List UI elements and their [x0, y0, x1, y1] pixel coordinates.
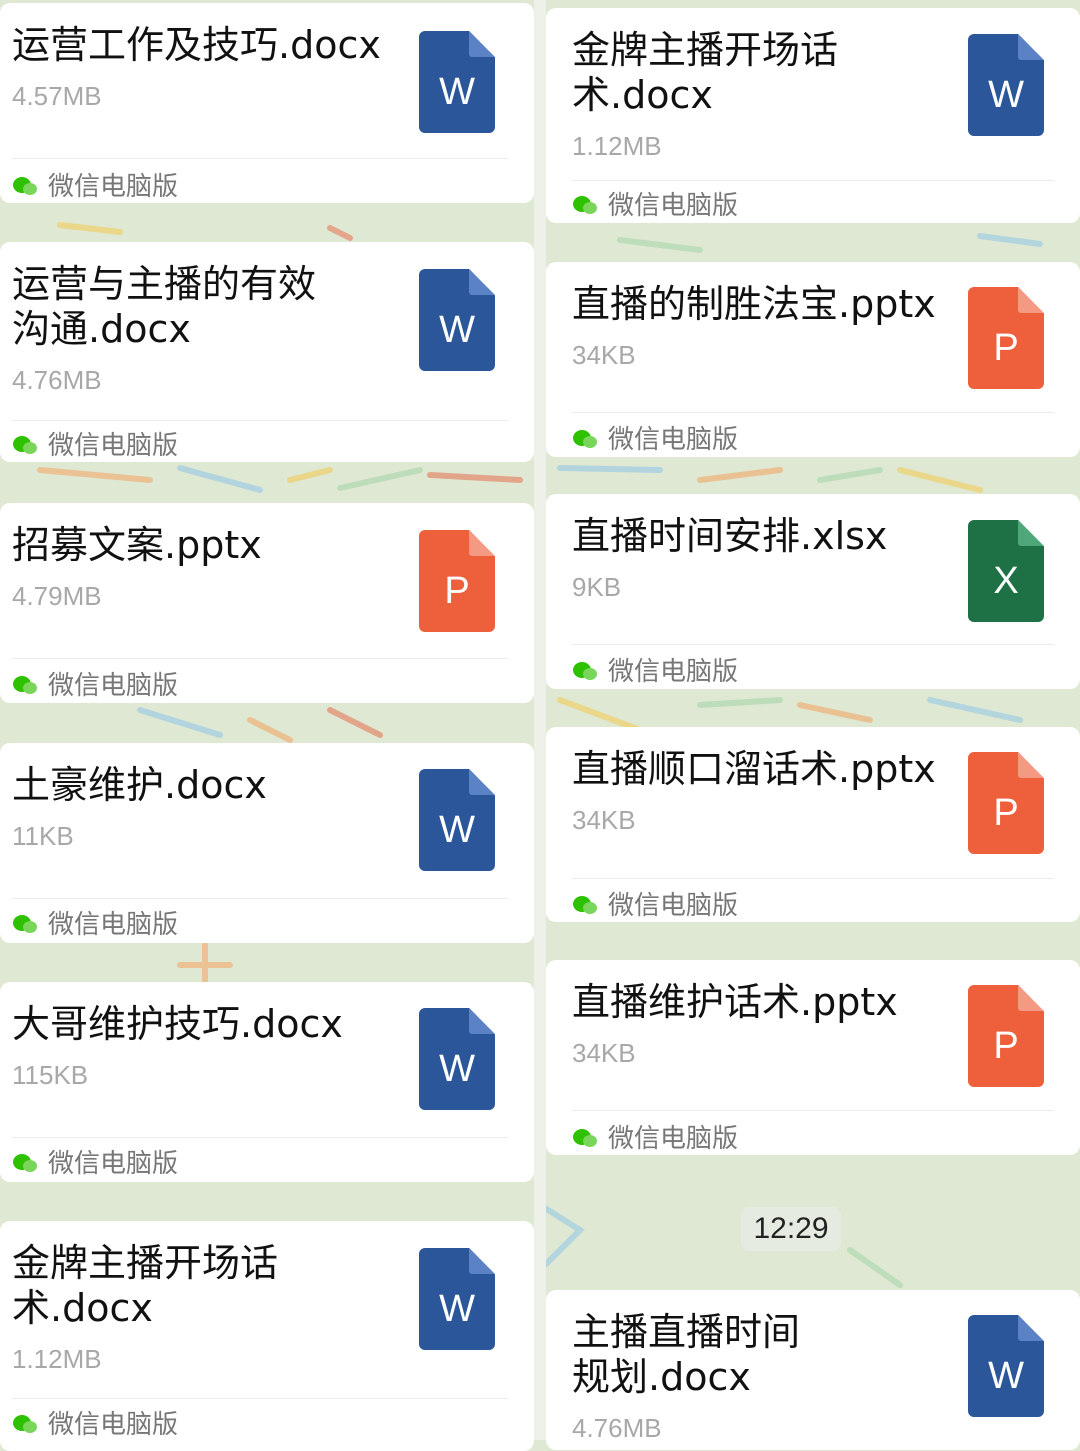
word-file-icon: W	[419, 1008, 495, 1110]
file-card[interactable]: 直播维护话术.pptx 34KB P 微信电脑版	[546, 960, 1080, 1155]
wechat-icon	[12, 1151, 38, 1173]
card-source: 微信电脑版	[12, 665, 178, 702]
wechat-icon	[12, 1412, 38, 1434]
word-file-icon: W	[419, 269, 495, 371]
file-card[interactable]: 土豪维护.docx 11KB W 微信电脑版	[0, 743, 534, 943]
card-source: 微信电脑版	[572, 185, 738, 222]
file-name: 金牌主播开场话术.docx 1.12MB	[572, 28, 852, 169]
source-label: 微信电脑版	[48, 172, 179, 202]
file-size: 34KB	[572, 340, 636, 370]
card-divider	[572, 1110, 1054, 1111]
file-size: 9KB	[572, 572, 622, 602]
source-label: 微信电脑版	[608, 425, 739, 455]
file-card[interactable]: 金牌主播开场话术.docx 1.12MB W 微信电脑版	[546, 8, 1080, 223]
wechat-icon	[12, 673, 38, 695]
wechat-icon	[12, 433, 38, 455]
source-label: 微信电脑版	[608, 1124, 739, 1154]
card-source: 微信电脑版	[572, 885, 738, 922]
message-timestamp: 12:29	[741, 1207, 841, 1251]
card-divider	[12, 1398, 508, 1399]
word-file-icon: W	[419, 1248, 495, 1350]
excel-file-icon: X	[968, 520, 1044, 622]
file-name: 直播的制胜法宝.pptx 34KB	[572, 282, 952, 378]
file-size: 34KB	[572, 805, 636, 835]
file-card[interactable]: 直播顺口溜话术.pptx 34KB P 微信电脑版	[546, 727, 1080, 922]
file-size: 4.76MB	[572, 1413, 662, 1443]
source-label: 微信电脑版	[48, 431, 179, 461]
file-size: 11KB	[12, 821, 74, 851]
source-label: 微信电脑版	[608, 891, 739, 921]
file-card[interactable]: 金牌主播开场话术.docx 1.12MB W 微信电脑版	[0, 1221, 534, 1451]
powerpoint-file-icon: P	[968, 752, 1044, 854]
word-file-icon: W	[968, 34, 1044, 136]
file-name: 金牌主播开场话术.docx 1.12MB	[12, 1241, 312, 1382]
file-name: 运营工作及技巧.docx 4.57MB	[12, 23, 392, 119]
wechat-icon	[12, 912, 38, 934]
file-card[interactable]: 直播时间安排.xlsx 9KB X 微信电脑版	[546, 494, 1080, 689]
source-label: 微信电脑版	[608, 191, 739, 221]
file-name: 大哥维护技巧.docx 115KB	[12, 1002, 392, 1098]
powerpoint-file-icon: P	[968, 287, 1044, 389]
file-card[interactable]: 大哥维护技巧.docx 115KB W 微信电脑版	[0, 982, 534, 1182]
file-name: 招募文案.pptx 4.79MB	[12, 523, 392, 619]
file-size: 4.76MB	[12, 365, 102, 395]
wechat-icon	[572, 1126, 598, 1148]
file-card[interactable]: 运营与主播的有效沟通.docx 4.76MB W 微信电脑版	[0, 242, 534, 462]
source-label: 微信电脑版	[48, 671, 179, 701]
card-divider	[12, 898, 508, 899]
file-card[interactable]: 招募文案.pptx 4.79MB P 微信电脑版	[0, 503, 534, 703]
card-divider	[12, 158, 508, 159]
source-label: 微信电脑版	[608, 657, 739, 687]
word-file-icon: W	[419, 769, 495, 871]
card-source: 微信电脑版	[572, 419, 738, 456]
card-source: 微信电脑版	[572, 651, 738, 688]
word-file-icon: W	[419, 31, 495, 133]
file-name: 主播直播时间规划.docx 4.76MB	[572, 1310, 832, 1451]
wechat-icon	[572, 893, 598, 915]
source-label: 微信电脑版	[48, 1149, 179, 1179]
file-card[interactable]: 运营工作及技巧.docx 4.57MB W 微信电脑版	[0, 3, 534, 203]
card-divider	[12, 420, 508, 421]
file-name: 土豪维护.docx 11KB	[12, 763, 392, 859]
wechat-icon	[572, 659, 598, 681]
card-divider	[12, 658, 508, 659]
file-name: 直播维护话术.pptx 34KB	[572, 980, 952, 1076]
file-size: 34KB	[572, 1038, 636, 1068]
wechat-icon	[12, 174, 38, 196]
card-divider	[572, 644, 1054, 645]
wechat-icon	[572, 193, 598, 215]
column-divider	[534, 0, 546, 1440]
file-card[interactable]: 主播直播时间规划.docx 4.76MB W	[546, 1290, 1080, 1450]
card-divider	[12, 1137, 508, 1138]
word-file-icon: W	[968, 1315, 1044, 1417]
card-divider	[572, 180, 1054, 181]
wechat-icon	[572, 427, 598, 449]
card-divider	[572, 412, 1054, 413]
file-size: 115KB	[12, 1060, 89, 1090]
card-source: 微信电脑版	[12, 1404, 178, 1441]
file-size: 1.12MB	[572, 131, 662, 161]
source-label: 微信电脑版	[48, 1410, 179, 1440]
file-size: 4.57MB	[12, 81, 102, 111]
powerpoint-file-icon: P	[968, 985, 1044, 1087]
card-source: 微信电脑版	[572, 1118, 738, 1155]
file-size: 1.12MB	[12, 1344, 102, 1374]
file-card[interactable]: 直播的制胜法宝.pptx 34KB P 微信电脑版	[546, 262, 1080, 457]
card-divider	[572, 878, 1054, 879]
card-source: 微信电脑版	[12, 425, 178, 462]
powerpoint-file-icon: P	[419, 530, 495, 632]
source-label: 微信电脑版	[48, 910, 179, 940]
file-name: 直播时间安排.xlsx 9KB	[572, 514, 952, 610]
file-size: 4.79MB	[12, 581, 102, 611]
card-source: 微信电脑版	[12, 904, 178, 941]
file-name: 直播顺口溜话术.pptx 34KB	[572, 747, 952, 843]
file-name: 运营与主播的有效沟通.docx 4.76MB	[12, 262, 342, 403]
card-source: 微信电脑版	[12, 1143, 178, 1180]
card-source: 微信电脑版	[12, 166, 178, 203]
